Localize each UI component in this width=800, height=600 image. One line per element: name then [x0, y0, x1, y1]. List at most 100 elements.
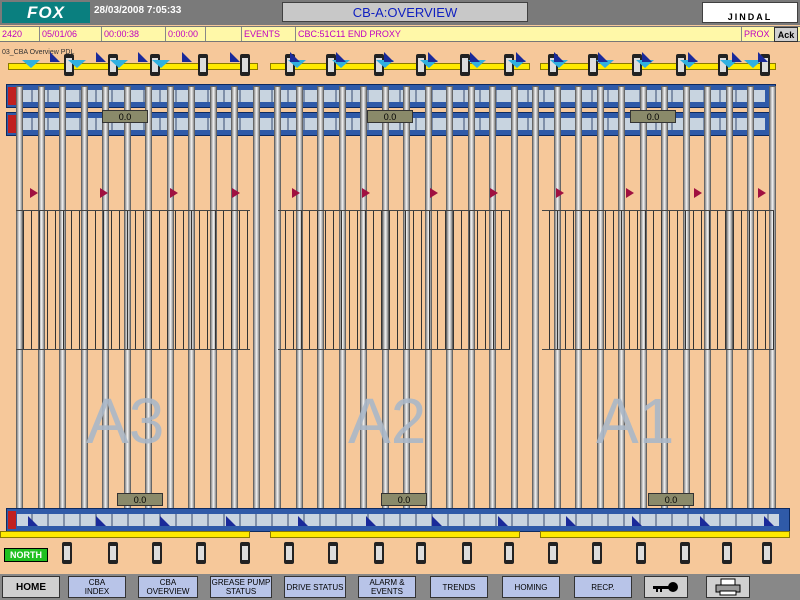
print-button[interactable] — [706, 576, 750, 598]
top-rail-a1 — [540, 63, 776, 70]
flag-icon — [336, 52, 346, 62]
flag-icon — [366, 516, 376, 526]
flag-icon — [100, 188, 108, 198]
flag-icon — [96, 516, 106, 526]
flag-icon — [50, 52, 60, 62]
readout-bottom-a2: 0.0 — [381, 493, 427, 506]
flag-icon — [732, 52, 742, 62]
grid-zone-a2 — [278, 210, 510, 350]
flag-icon — [290, 52, 300, 62]
cba-index-button[interactable]: CBA INDEX — [68, 576, 126, 598]
readout-top-a1: 0.0 — [630, 110, 676, 123]
shaft — [532, 86, 539, 526]
motor-icon — [416, 542, 426, 564]
bottom-conveyor[interactable] — [6, 508, 790, 532]
alarm-time: 00:00:38 — [102, 27, 166, 41]
direction-marker-icon — [152, 60, 170, 68]
flag-icon — [362, 188, 370, 198]
direction-marker-icon — [68, 60, 86, 68]
flag-icon — [642, 52, 652, 62]
page-title: CB-A:OVERVIEW — [282, 2, 528, 22]
datetime-display: 28/03/2008 7:05:33 — [94, 5, 182, 16]
bottom-rail-a3 — [0, 531, 250, 538]
key-button[interactable] — [644, 576, 688, 598]
recp-button[interactable]: RECP. — [574, 576, 632, 598]
cba-overview-button[interactable]: CBA OVERVIEW — [138, 576, 198, 598]
flag-icon — [688, 52, 698, 62]
flag-icon — [470, 52, 480, 62]
flag-icon — [384, 52, 394, 62]
bottom-rail-a2 — [270, 531, 520, 538]
flag-icon — [138, 52, 148, 62]
motor-icon — [592, 542, 602, 564]
motor-icon — [198, 54, 208, 76]
motor-icon — [240, 54, 250, 76]
grid-zone-a3 — [16, 210, 250, 350]
flag-icon — [96, 52, 106, 62]
home-button[interactable]: HOME — [2, 576, 60, 598]
motor-icon — [108, 542, 118, 564]
alarm-duration: 0:00:00 — [166, 27, 206, 41]
alarm-type: EVENTS — [242, 27, 296, 41]
flag-icon — [598, 52, 608, 62]
flag-icon — [758, 188, 766, 198]
motor-icon — [636, 542, 646, 564]
flag-icon — [490, 188, 498, 198]
flag-icon — [554, 52, 564, 62]
top-rail-a2 — [270, 63, 530, 70]
zone-label-a1: A1 — [596, 385, 675, 457]
flag-icon — [230, 52, 240, 62]
motor-icon — [284, 542, 294, 564]
flag-icon — [292, 188, 300, 198]
grid-zone-a1 — [542, 210, 774, 350]
motor-icon — [504, 542, 514, 564]
grease-pump-status-button[interactable]: GREASE PUMP STATUS — [210, 576, 272, 598]
alarm-events-button[interactable]: ALARM & EVENTS — [358, 576, 416, 598]
alarm-bar[interactable]: 2420 05/01/06 00:00:38 0:00:00 EVENTS CB… — [0, 26, 800, 42]
flag-icon — [232, 188, 240, 198]
ack-button[interactable]: Ack — [774, 27, 798, 42]
flag-icon — [28, 516, 38, 526]
flag-icon — [758, 52, 768, 62]
drive-status-button[interactable]: DRIVE STATUS — [284, 576, 346, 598]
motor-icon — [374, 542, 384, 564]
bottom-nav: HOME CBA INDEX CBA OVERVIEW GREASE PUMP … — [0, 574, 800, 600]
north-indicator[interactable]: NORTH — [4, 548, 48, 562]
shaft — [253, 86, 260, 526]
shaft — [511, 86, 518, 526]
readout-bottom-a3: 0.0 — [117, 493, 163, 506]
motor-icon — [196, 542, 206, 564]
motor-icon — [680, 542, 690, 564]
alarm-source: PROX — [744, 29, 770, 39]
alarm-message: CBC:51C11 END PROXY — [296, 27, 742, 41]
motor-icon — [328, 542, 338, 564]
readout-bottom-a1: 0.0 — [648, 493, 694, 506]
flag-icon — [566, 516, 576, 526]
readout-top-a3: 0.0 — [102, 110, 148, 123]
motor-icon — [548, 542, 558, 564]
flag-icon — [694, 188, 702, 198]
readout-top-a2: 0.0 — [367, 110, 413, 123]
motor-icon — [62, 542, 72, 564]
motor-icon — [722, 542, 732, 564]
bottom-conveyor-rollers — [17, 514, 779, 526]
flag-icon — [298, 516, 308, 526]
bottom-rail-a1 — [540, 531, 790, 538]
direction-marker-icon — [22, 60, 40, 68]
flag-icon — [432, 516, 442, 526]
flag-icon — [700, 516, 710, 526]
flag-icon — [516, 52, 526, 62]
lower-conveyor-end — [8, 115, 16, 133]
flag-icon — [182, 52, 192, 62]
flag-icon — [226, 516, 236, 526]
direction-marker-icon — [110, 60, 128, 68]
trends-button[interactable]: TRENDS — [430, 576, 488, 598]
alarm-date: 05/01/06 — [40, 27, 102, 41]
homing-button[interactable]: HOMING — [502, 576, 560, 598]
flag-icon — [170, 188, 178, 198]
bottom-conveyor-end — [8, 511, 16, 529]
upper-conveyor-end — [8, 87, 16, 105]
alarm-id: 2420 — [0, 27, 40, 41]
motor-icon — [462, 542, 472, 564]
printer-icon — [715, 578, 741, 596]
